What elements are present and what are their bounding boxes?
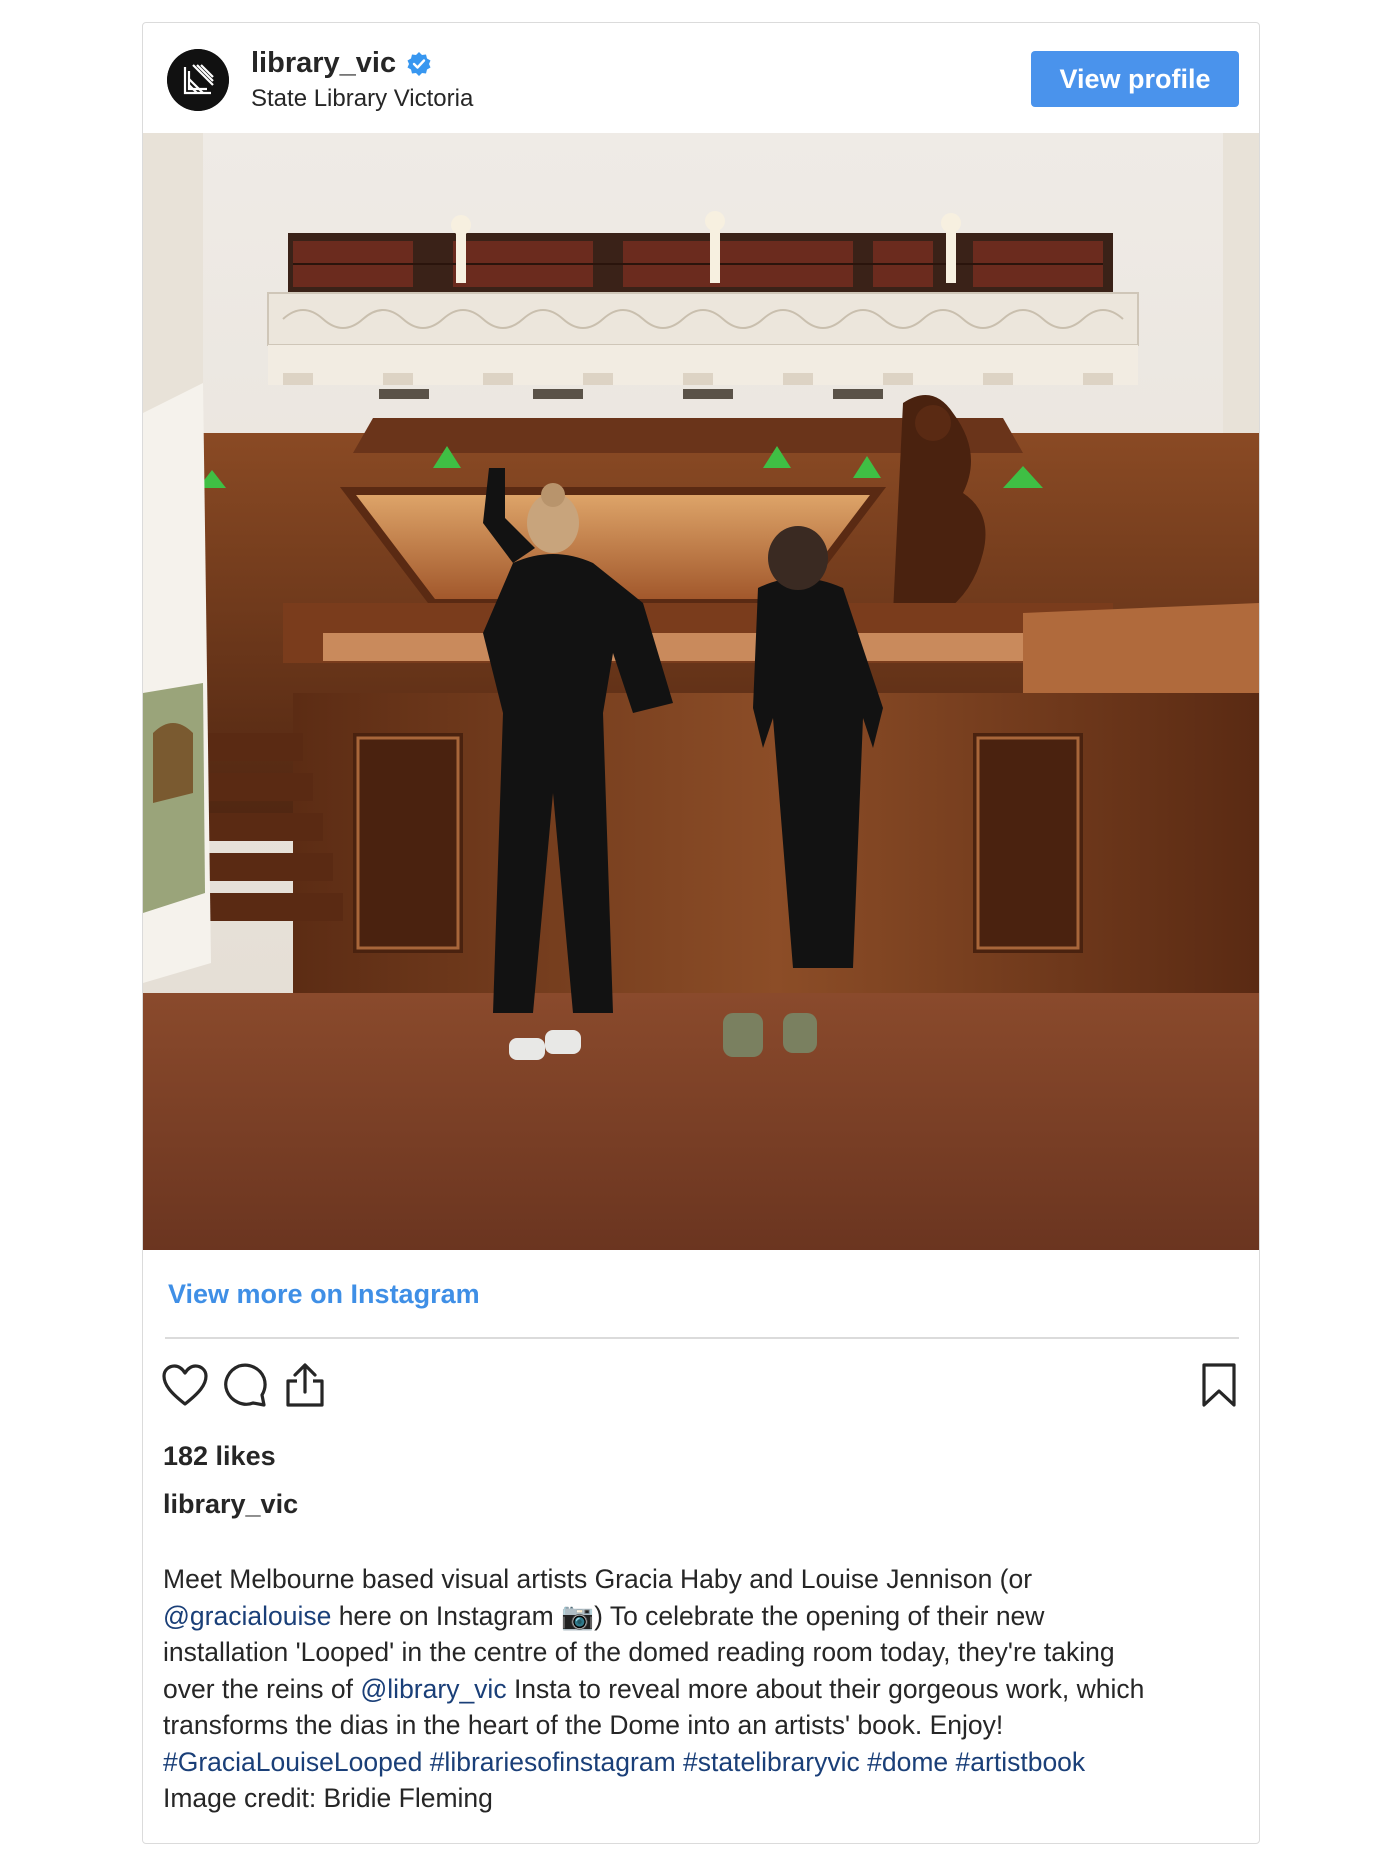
post-caption: Meet Melbourne based visual artists Grac… xyxy=(163,1561,1243,1817)
image-credit: Image credit: Bridie Fleming xyxy=(163,1783,493,1813)
state-library-victoria-logo-icon xyxy=(167,49,229,111)
caption-text: transforms the dias in the heart of the … xyxy=(163,1710,1004,1740)
mention-library-vic[interactable]: @library_vic xyxy=(360,1674,506,1704)
caption-text: installation 'Looped' in the centre of t… xyxy=(163,1637,1115,1667)
caption-text: Insta to reveal more about their gorgeou… xyxy=(506,1673,1145,1704)
caption-text: here on Instagram xyxy=(331,1600,562,1631)
library-dome-photo xyxy=(143,133,1259,1250)
account-full-name: State Library Victoria xyxy=(251,85,474,112)
caption-username[interactable]: library_vic xyxy=(163,1489,298,1520)
caption-text: Meet Melbourne based visual artists Grac… xyxy=(163,1564,1033,1594)
hashtag-librariesofinstagram[interactable]: #librariesofinstagram xyxy=(430,1747,676,1777)
heart-icon[interactable] xyxy=(157,1357,213,1413)
caption-text: over the reins of xyxy=(163,1673,361,1704)
post-photo[interactable] xyxy=(143,133,1259,1250)
instagram-embed-card: library_vic State Library Victoria View … xyxy=(142,22,1260,1844)
view-more-on-instagram-link[interactable]: View more on Instagram xyxy=(168,1279,480,1310)
likes-count[interactable]: 182 likes xyxy=(163,1441,276,1472)
bookmark-icon[interactable] xyxy=(1191,1357,1247,1413)
caption-text: ) To celebrate the opening of their new xyxy=(594,1600,1045,1631)
mention-gracialouise[interactable]: @gracialouise xyxy=(163,1601,331,1631)
avatar[interactable] xyxy=(167,49,229,111)
divider xyxy=(165,1337,1239,1339)
hashtag-statelibraryvic[interactable]: #statelibraryvic xyxy=(683,1747,860,1777)
post-header: library_vic State Library Victoria View … xyxy=(143,23,1259,133)
verified-badge-icon xyxy=(406,51,432,77)
action-bar xyxy=(157,1357,1247,1417)
view-profile-button[interactable]: View profile xyxy=(1031,51,1239,107)
comment-icon[interactable] xyxy=(217,1357,273,1413)
username-row: library_vic xyxy=(251,47,432,80)
username[interactable]: library_vic xyxy=(251,47,396,80)
hashtag-gracialouiselooped[interactable]: #GraciaLouiseLooped xyxy=(163,1747,422,1777)
share-icon[interactable] xyxy=(277,1357,333,1413)
camera-emoji: 📷 xyxy=(561,1600,595,1631)
hashtag-dome[interactable]: #dome xyxy=(867,1747,948,1777)
hashtag-artistbook[interactable]: #artistbook xyxy=(956,1747,1086,1777)
